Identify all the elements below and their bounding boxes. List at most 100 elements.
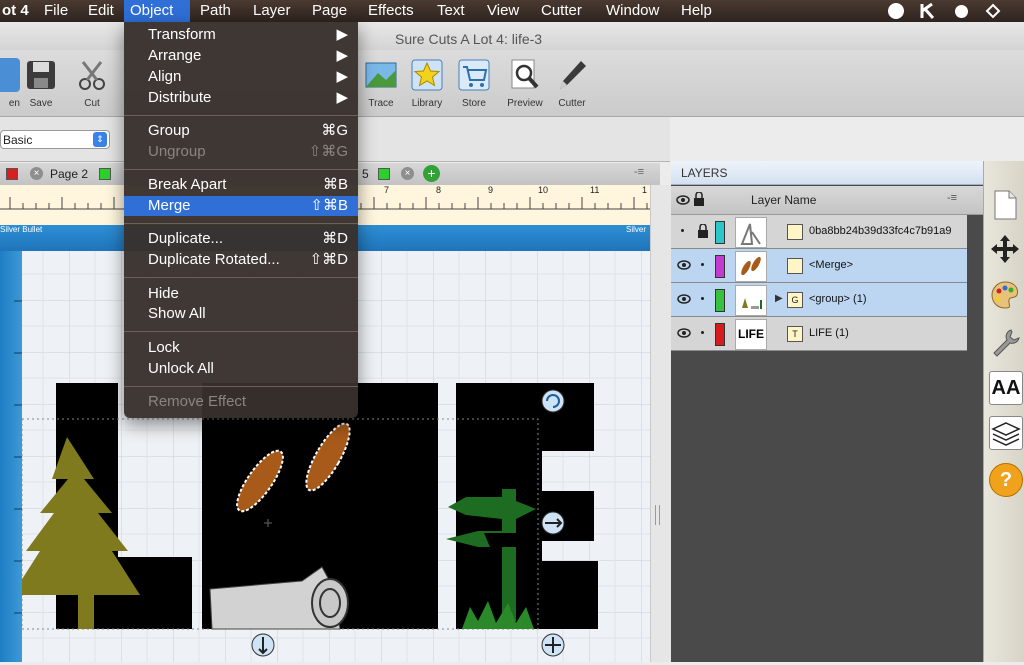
- close-page-5-icon[interactable]: ×: [401, 167, 414, 180]
- menu-item-hide[interactable]: Hide: [124, 284, 358, 304]
- menu-item-duplicate[interactable]: Duplicate... ⌘D: [124, 229, 358, 249]
- menu-bar: ot 4 File Edit Object Path Layer Page Ef…: [0, 0, 1024, 22]
- lock-icon[interactable]: [697, 224, 709, 238]
- right-tool-strip: AA ?: [983, 161, 1024, 662]
- menu-path[interactable]: Path: [194, 0, 237, 22]
- ruler-tick-9: 9: [488, 185, 494, 195]
- menu-item-ungroup[interactable]: Ungroup ⇧⌘G: [124, 142, 358, 162]
- layer-row-life-text[interactable]: LIFE T LIFE (1): [671, 317, 967, 351]
- menu-file[interactable]: File: [38, 0, 74, 22]
- add-page-icon[interactable]: +: [423, 165, 440, 182]
- k-app-icon[interactable]: [920, 2, 936, 19]
- menu-page[interactable]: Page: [306, 0, 353, 22]
- eye-icon[interactable]: [677, 327, 691, 339]
- eye-icon[interactable]: [677, 293, 691, 305]
- menu-item-merge[interactable]: Merge ⇧⌘B: [124, 196, 358, 216]
- cut-button[interactable]: Cut: [69, 56, 115, 112]
- scissors-icon: [75, 58, 109, 92]
- menu-text[interactable]: Text: [431, 0, 471, 22]
- menu-window[interactable]: Window: [600, 0, 665, 22]
- tab-page-5[interactable]: 5: [362, 167, 369, 181]
- wrench-icon[interactable]: [989, 326, 1021, 358]
- preview-button[interactable]: Preview: [502, 56, 548, 112]
- menu-item-duplicate-rotated[interactable]: Duplicate Rotated... ⇧⌘D: [124, 250, 358, 270]
- cart-icon: [457, 58, 491, 92]
- menu-help[interactable]: Help: [675, 0, 718, 22]
- menu-separator: [124, 386, 358, 387]
- submenu-arrow-icon: ▶: [336, 26, 348, 43]
- menu-layer[interactable]: Layer: [247, 0, 297, 22]
- menu-view[interactable]: View: [481, 0, 525, 22]
- layer-thumbnail: [735, 285, 767, 316]
- store-label: Store: [462, 98, 486, 109]
- blade-icon: [555, 58, 589, 92]
- cutter-button[interactable]: Cutter: [549, 56, 595, 112]
- text-layer-icon: T: [787, 326, 803, 342]
- library-button[interactable]: Library: [404, 56, 450, 112]
- save-button[interactable]: Save: [18, 56, 64, 112]
- submenu-arrow-icon: ▶: [336, 68, 348, 85]
- image-layer-icon: [787, 224, 803, 240]
- eye-icon[interactable]: [677, 259, 691, 271]
- creative-cloud-icon[interactable]: [888, 3, 904, 19]
- menu-object[interactable]: Object: [124, 0, 190, 22]
- ruler-tick-12: 1: [642, 185, 648, 195]
- resize-both-handle-icon: [541, 633, 565, 657]
- submenu-arrow-icon: ▶: [336, 47, 348, 64]
- menu-effects[interactable]: Effects: [362, 0, 420, 22]
- layer-row-merge[interactable]: <Merge>: [671, 249, 967, 283]
- status-dot-icon[interactable]: [955, 5, 968, 18]
- help-icon[interactable]: ?: [989, 463, 1023, 497]
- layers-icon[interactable]: [989, 416, 1023, 450]
- layer-row-image[interactable]: 0ba8bb24b39d33fc4c7b91a9: [671, 215, 967, 249]
- splitter-grip[interactable]: [655, 505, 660, 525]
- layer-thumbnail: [735, 251, 767, 282]
- menu-cutter[interactable]: Cutter: [535, 0, 588, 22]
- tab-page-2[interactable]: Page 2: [50, 167, 88, 181]
- trace-button[interactable]: Trace: [358, 56, 404, 112]
- menu-item-arrange[interactable]: Arrange ▶: [124, 46, 358, 66]
- layer-color-swatch[interactable]: [715, 255, 725, 278]
- vertical-scrollbar[interactable]: [650, 185, 671, 662]
- tabs-menu-icon[interactable]: -≡: [634, 166, 644, 178]
- menu-separator: [124, 277, 358, 278]
- expand-triangle-icon[interactable]: ▶: [775, 293, 783, 304]
- cutter-label: Cutter: [558, 98, 586, 109]
- layer-row-group[interactable]: ▶ G <group> (1): [671, 283, 967, 317]
- menu-item-group[interactable]: Group ⌘G: [124, 121, 358, 141]
- page-icon[interactable]: [989, 189, 1021, 221]
- close-page-1-icon[interactable]: ×: [30, 167, 43, 180]
- page1-color-swatch: [6, 168, 18, 180]
- layer-color-swatch[interactable]: [715, 221, 725, 244]
- layers-panel-title: LAYERS: [671, 161, 983, 185]
- menu-item-break-apart[interactable]: Break Apart ⌘B: [124, 175, 358, 195]
- palette-icon[interactable]: [989, 279, 1021, 311]
- mat-label-right: Silver: [625, 225, 646, 234]
- app-menu[interactable]: ot 4: [0, 0, 35, 22]
- path-layer-icon: [787, 258, 803, 274]
- text-style-icon[interactable]: AA: [989, 371, 1023, 405]
- menu-item-transform[interactable]: Transform ▶: [124, 25, 358, 45]
- ruler-tick-11: 11: [590, 185, 600, 195]
- layer-thumbnail: LIFE: [735, 319, 767, 350]
- menu-separator: [124, 115, 358, 116]
- layer-color-swatch[interactable]: [715, 289, 725, 312]
- style-select[interactable]: Basic ⇕: [0, 130, 110, 149]
- menu-edit[interactable]: Edit: [82, 0, 120, 22]
- menu-item-unlock-all[interactable]: Unlock All: [124, 359, 358, 379]
- dropbox-icon[interactable]: [985, 3, 1001, 19]
- magnifier-icon: [508, 58, 542, 92]
- layers-menu-icon[interactable]: -≡: [947, 192, 957, 204]
- menu-item-distribute[interactable]: Distribute ▶: [124, 88, 358, 108]
- eye-icon: [676, 195, 690, 205]
- menu-item-show-all[interactable]: Show All: [124, 304, 358, 324]
- menu-item-align[interactable]: Align ▶: [124, 67, 358, 87]
- layer-color-swatch[interactable]: [715, 323, 725, 346]
- ruler-tick-10: 10: [538, 185, 549, 195]
- cut-label: Cut: [84, 98, 100, 109]
- chevron-updown-icon: ⇕: [93, 132, 107, 147]
- menu-item-lock[interactable]: Lock: [124, 338, 358, 358]
- move-arrows-icon[interactable]: [989, 233, 1021, 265]
- menu-item-remove-effect[interactable]: Remove Effect: [124, 392, 358, 412]
- store-button[interactable]: Store: [451, 56, 497, 112]
